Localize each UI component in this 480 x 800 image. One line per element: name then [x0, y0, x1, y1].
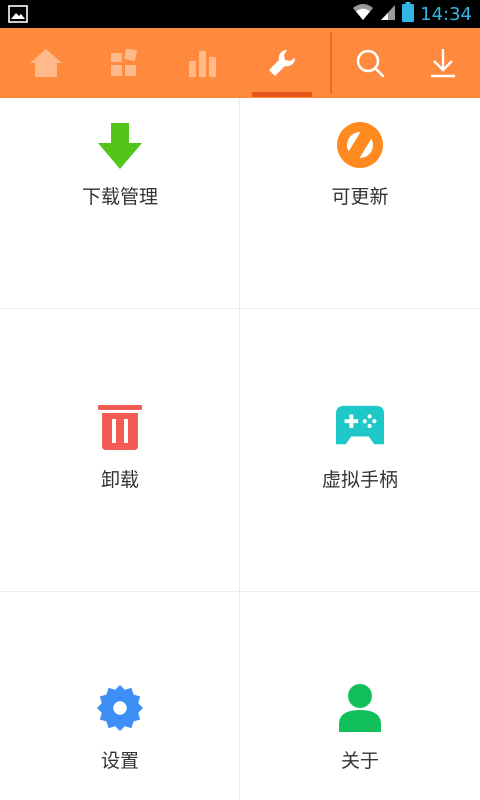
- grid-item-label: 虚拟手柄: [321, 469, 398, 491]
- grid-item-download-manager[interactable]: 下载管理: [0, 98, 240, 309]
- grid-item-label: 下载管理: [81, 186, 158, 208]
- battery-icon: [402, 2, 415, 26]
- image-notification-icon: [8, 5, 28, 23]
- search-button[interactable]: [330, 28, 410, 98]
- search-icon: [355, 48, 385, 78]
- nav-apps-tab[interactable]: [84, 28, 164, 98]
- wrench-icon: [267, 48, 297, 78]
- grid-item-uninstall[interactable]: 卸载: [0, 309, 240, 592]
- download-arrow-icon: [96, 122, 144, 170]
- wifi-icon: [352, 3, 374, 25]
- signal-icon: [380, 3, 396, 25]
- grid-item-label: 卸载: [100, 469, 139, 491]
- nav-tools-tab[interactable]: [242, 28, 322, 98]
- nav-home-tab[interactable]: [6, 28, 86, 98]
- grid-item-label: 可更新: [331, 186, 389, 208]
- update-icon: [336, 121, 384, 169]
- status-bar: 14:34: [0, 0, 480, 28]
- grid-item-updates[interactable]: 可更新: [240, 98, 480, 309]
- apps-icon: [110, 49, 138, 77]
- clock: 14:34: [420, 3, 472, 25]
- top-navigation-bar: [0, 28, 480, 98]
- tools-grid: 下载管理 可更新 卸载 虚拟手柄 设置 关于: [0, 98, 480, 800]
- download-button[interactable]: [403, 28, 480, 98]
- bar-chart-icon: [187, 49, 219, 77]
- active-tab-indicator: [252, 92, 312, 97]
- grid-item-virtual-gamepad[interactable]: 虚拟手柄: [240, 309, 480, 592]
- trash-icon: [96, 402, 144, 450]
- nav-ranking-tab[interactable]: [163, 28, 243, 98]
- person-icon: [336, 684, 384, 732]
- grid-item-label: 设置: [100, 750, 139, 772]
- gamepad-icon: [336, 402, 384, 450]
- home-icon: [29, 48, 63, 78]
- download-icon: [429, 48, 457, 78]
- settings-gear-icon: [96, 684, 144, 732]
- grid-item-about[interactable]: 关于: [240, 592, 480, 800]
- grid-item-settings[interactable]: 设置: [0, 592, 240, 800]
- grid-item-label: 关于: [340, 750, 379, 772]
